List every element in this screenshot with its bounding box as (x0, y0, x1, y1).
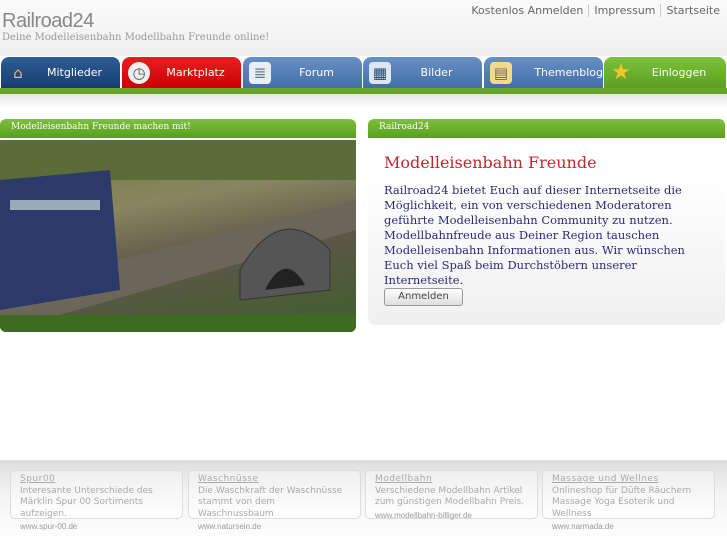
train-illustration (0, 140, 356, 332)
ad-url[interactable]: www.spur-00.de (20, 521, 173, 533)
intro-heading: Modelleisenbahn Freunde (384, 153, 597, 172)
image-grid-icon: ▦ (369, 61, 391, 84)
tab-marktplatz[interactable]: ◷ Marktplatz (122, 57, 241, 88)
train-photo (0, 140, 356, 332)
intro-panel: Modelleisenbahn Freunde Railroad24 biete… (368, 139, 725, 325)
footer-ads: Spur00 Interesante Unterschiede des Märkl… (0, 460, 727, 545)
star-icon: ★ (611, 60, 631, 85)
tab-themenblog[interactable]: ▤ Themenblog (484, 57, 603, 88)
clock-icon: ◷ (128, 61, 150, 84)
imprint-link[interactable]: Impressum (588, 4, 660, 17)
header: Railroad24 Deine Modelleisenbahn Modellb… (0, 0, 727, 56)
tab-forum[interactable]: ≣ Forum (243, 57, 362, 88)
register-button[interactable]: Anmelden (384, 288, 463, 306)
ad-text: Onlineshop für Düfte Räuchern Massage Yo… (552, 485, 692, 519)
ad-title[interactable]: Spur00 (20, 474, 173, 486)
left-panel-title: Modelleisenbahn Freunde machen mit! (0, 119, 356, 138)
ad-title[interactable]: Waschnüsse (198, 474, 351, 486)
house-icon: ⌂ (13, 63, 23, 82)
clipboard-icon: ▤ (490, 61, 512, 84)
ad-title[interactable]: Modellbahn (375, 474, 528, 486)
tab-mitglieder[interactable]: ⌂ Mitglieder (1, 57, 120, 88)
ad-item[interactable]: Waschnüsse Die Waschkraft der Waschnüsse … (188, 470, 361, 531)
ad-text: Interesante Unterschiede des Märklin Spu… (20, 485, 153, 519)
divider-band (0, 94, 727, 108)
top-links: Kostenlos Anmelden Impressum Startseite (466, 4, 725, 17)
ad-text: Verschiedene Modellbahn Artikel zum güns… (375, 485, 525, 508)
tab-einloggen[interactable]: ★ Einloggen (604, 57, 726, 88)
main-nav: ⌂ Mitglieder ◷ Marktplatz ≣ Forum ▦ Bilder ▤… (0, 57, 727, 88)
right-panel-title: Railroad24 (368, 119, 725, 138)
home-link[interactable]: Startseite (660, 4, 725, 17)
logo[interactable]: Railroad24 (2, 10, 94, 33)
ad-title[interactable]: Massage und Wellnes (552, 474, 705, 486)
ad-url[interactable]: www.modellbahn-billiger.de (375, 510, 528, 522)
tab-bilder[interactable]: ▦ Bilder (363, 57, 482, 88)
ad-item[interactable]: Spur00 Interesante Unterschiede des Märkl… (10, 470, 183, 531)
ad-item[interactable]: Massage und Wellnes Onlineshop für Düfte … (542, 470, 715, 531)
ad-url[interactable]: www.natursein.de (198, 521, 351, 533)
intro-text: Railroad24 bietet Euch auf dieser Intern… (384, 183, 685, 287)
document-icon: ≣ (249, 61, 271, 84)
ad-item[interactable]: Modellbahn Verschiedene Modellbahn Artike… (365, 470, 538, 522)
register-link[interactable]: Kostenlos Anmelden (466, 4, 588, 17)
slogan: Deine Modelleisenbahn Modellbahn Freunde… (2, 32, 270, 43)
ad-text: Die Waschkraft der Waschnüsse stammt von… (198, 485, 343, 519)
ad-url[interactable]: www.narmada.de (552, 521, 705, 533)
